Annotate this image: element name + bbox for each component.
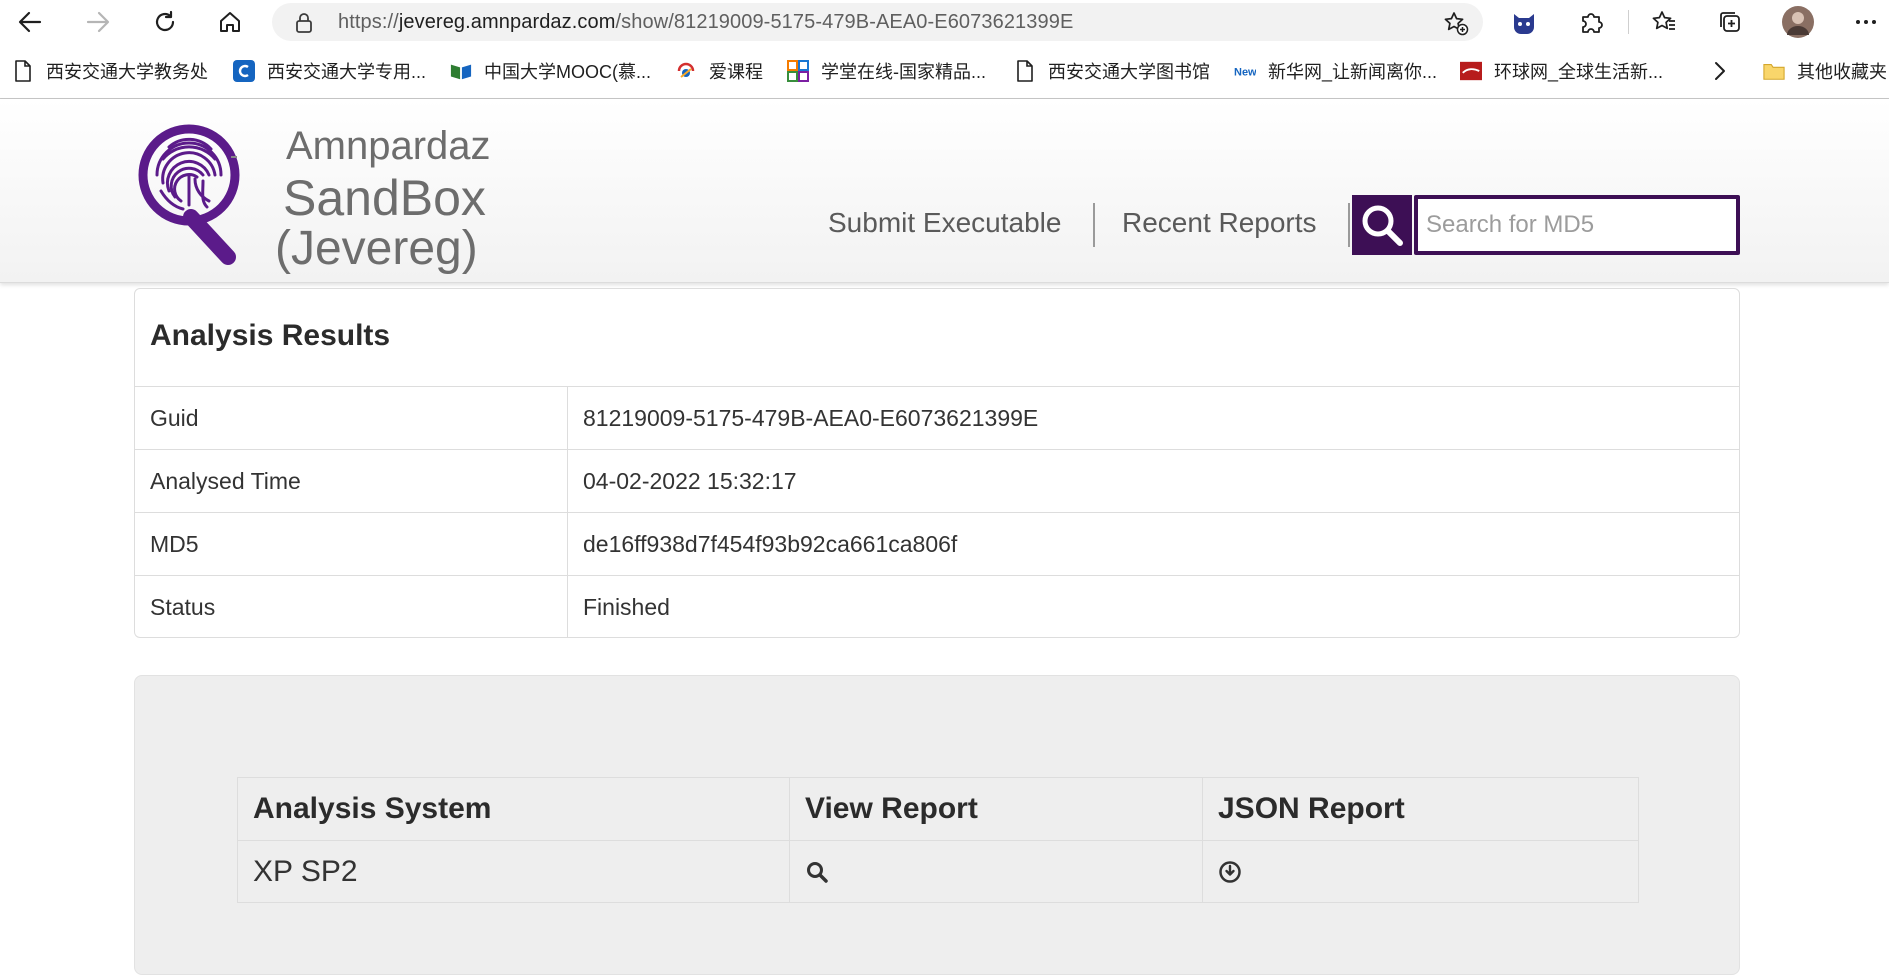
logo-text-jevereg: (Jevereg) [275, 222, 478, 275]
header-divider [238, 840, 1638, 841]
folder-icon [1763, 60, 1785, 82]
home-button[interactable] [212, 4, 248, 40]
extension-cat-button[interactable] [1506, 4, 1542, 40]
page-content: Amnpardaz SandBox (Jevereg) Submit Execu… [0, 99, 1889, 975]
json-report-download-icon[interactable] [1218, 860, 1242, 884]
search-icon [1362, 205, 1403, 246]
extensions-button[interactable] [1573, 4, 1609, 40]
bookmark-label: 学堂在线-国家精品... [821, 62, 986, 82]
collections-icon [1720, 12, 1740, 32]
row-key: MD5 [150, 531, 199, 557]
news-icon: News [1234, 60, 1256, 82]
bookmarks-overflow-chevron-icon[interactable] [1710, 57, 1730, 85]
table-row: Analysed Time 04-02-2022 15:32:17 [135, 449, 1739, 512]
puzzle-icon [1582, 13, 1603, 33]
grid-logo-icon [787, 60, 809, 82]
forward-button[interactable] [80, 4, 116, 40]
row-key: Analysed Time [150, 468, 301, 494]
bookmark-label: 西安交通大学教务处 [46, 62, 208, 82]
bookmark-label: 环球网_全球生活新... [1494, 62, 1664, 82]
column-divider [1202, 778, 1203, 902]
guid-value: 81219009-5175-479B-AEA0-E6073621399E [583, 405, 1039, 431]
c-logo-icon [233, 60, 255, 82]
logo-text-amnpardaz: Amnpardaz [286, 124, 491, 168]
row-key: Status [150, 594, 216, 620]
nav-recent-reports[interactable]: Recent Reports [1122, 207, 1317, 239]
refresh-icon [155, 10, 175, 32]
nav-submit-executable[interactable]: Submit Executable [828, 207, 1061, 239]
search-button[interactable] [1352, 195, 1412, 255]
bookmarks-bar: 西安交通大学教务处 西安交通大学专用... 中国大学MOOC(慕... 爱课程 … [0, 44, 1889, 99]
profile-button[interactable] [1780, 4, 1816, 40]
logo-text-sandbox: SandBox [283, 170, 486, 226]
bookmark-item[interactable]: 中国大学MOOC(慕... [450, 44, 651, 98]
collections-button[interactable] [1712, 4, 1748, 40]
back-button[interactable] [12, 4, 48, 40]
more-dots-icon [1856, 20, 1876, 24]
bookmark-label: 爱课程 [709, 62, 763, 82]
avatar [1782, 6, 1814, 38]
table-row: Status Finished [135, 575, 1739, 638]
url-host: jevereg.amnpardaz.com [398, 11, 616, 33]
book-icon [450, 60, 472, 82]
home-icon [220, 12, 240, 32]
browser-toolbar: https://jevereg.amnpardaz.com/show/81219… [0, 0, 1889, 44]
status-value: Finished [583, 594, 670, 620]
nav-divider [1093, 203, 1095, 247]
page-icon [1014, 60, 1036, 82]
table-row: Guid 81219009-5175-479B-AEA0-E6073621399… [135, 386, 1739, 449]
url-path: /show/81219009-5175-479B-AEA0-E607362139… [615, 11, 1074, 33]
aikecheng-icon [675, 60, 697, 82]
row-key: Guid [150, 405, 199, 431]
bookmark-item[interactable]: 学堂在线-国家精品... [787, 44, 986, 98]
table-row: MD5 de16ff938d7f454f93b92ca661ca806f [135, 512, 1739, 575]
bookmark-label: 西安交通大学专用... [267, 62, 427, 82]
back-arrow-icon [18, 11, 42, 33]
cat-extension-icon [1514, 14, 1534, 34]
bookmark-label: 中国大学MOOC(慕... [484, 62, 651, 82]
panel-title: Analysis Results [150, 319, 391, 352]
svg-text:News: News [1234, 67, 1256, 79]
settings-more-button[interactable] [1848, 4, 1884, 40]
page-icon [12, 60, 34, 82]
bookmark-label: 西安交通大学图书馆 [1048, 62, 1210, 82]
bookmark-label: 新华网_让新闻离你... [1268, 62, 1438, 82]
refresh-button[interactable] [147, 4, 183, 40]
column-header-json-report: JSON Report [1218, 792, 1405, 825]
md5-value: de16ff938d7f454f93b92ca661ca806f [583, 531, 958, 557]
add-favorite-icon[interactable] [1443, 10, 1469, 36]
bookmark-item[interactable]: 西安交通大学教务处 [12, 44, 208, 98]
forward-arrow-icon [86, 11, 110, 33]
bookmark-label: 其他收藏夹 [1797, 62, 1887, 82]
fingerprint-magnifier-logo-icon [138, 124, 240, 265]
analysed-time-value: 04-02-2022 15:32:17 [583, 468, 797, 494]
other-bookmarks-folder[interactable]: 其他收藏夹 [1763, 44, 1887, 98]
bookmark-item[interactable]: News 新华网_让新闻离你... [1234, 44, 1437, 98]
bookmark-item[interactable]: 西安交通大学专用... [233, 44, 426, 98]
url-scheme: https:// [338, 11, 399, 33]
favorites-button[interactable] [1646, 4, 1682, 40]
analysis-systems-table: Analysis System View Report JSON Report … [237, 777, 1639, 903]
site-header: Amnpardaz SandBox (Jevereg) Submit Execu… [0, 99, 1889, 283]
analysis-results-panel: Analysis Results Guid 81219009-5175-479B… [134, 288, 1740, 638]
column-header-analysis-system: Analysis System [253, 792, 492, 825]
bookmark-item[interactable]: 爱课程 [675, 44, 763, 98]
md5-search-input[interactable] [1414, 195, 1740, 255]
address-bar[interactable]: https://jevereg.amnpardaz.com/show/81219… [272, 3, 1483, 41]
system-name: XP SP2 [253, 855, 358, 888]
lock-icon[interactable] [294, 12, 314, 34]
nav-divider [1348, 203, 1350, 247]
huanqiu-icon [1460, 60, 1482, 82]
analysis-systems-well: Analysis System View Report JSON Report … [134, 675, 1740, 975]
url-text[interactable]: https://jevereg.amnpardaz.com/show/81219… [338, 3, 1073, 41]
bookmark-item[interactable]: 环球网_全球生活新... [1460, 44, 1663, 98]
toolbar-divider [1628, 10, 1629, 34]
site-logo[interactable]: Amnpardaz SandBox (Jevereg) [133, 117, 503, 275]
favorites-star-icon [1652, 11, 1675, 30]
column-divider [789, 778, 790, 902]
view-report-search-icon[interactable] [805, 860, 829, 884]
bookmark-item[interactable]: 西安交通大学图书馆 [1014, 44, 1210, 98]
column-header-view-report: View Report [805, 792, 978, 825]
